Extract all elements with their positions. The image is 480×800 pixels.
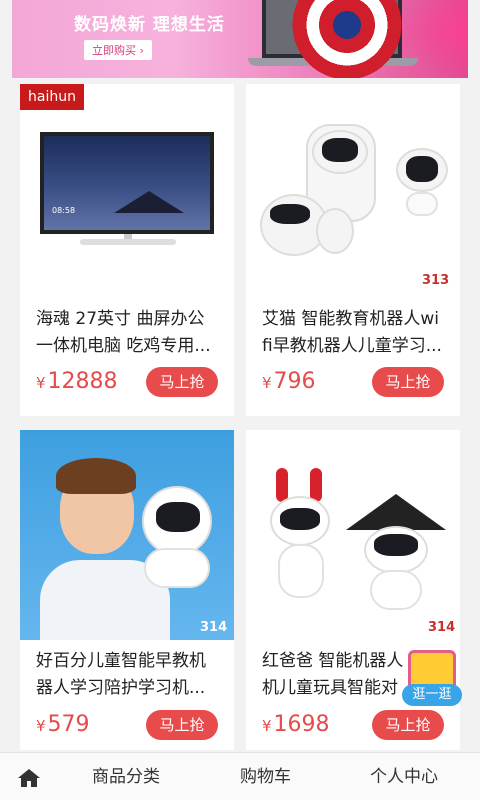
product-image [20, 430, 234, 640]
price-value: 796 [273, 369, 316, 394]
product-image: 08:58 [20, 84, 234, 294]
product-name: 好百分儿童智能早教机 器人学习陪护学习机... [36, 648, 226, 702]
robot-body [278, 544, 324, 598]
robot-speaker [316, 208, 354, 254]
product-name-line2: 器人学习陪护学习机... [36, 678, 206, 698]
robot-body [144, 548, 210, 588]
product-name: 艾猫 智能教育机器人wi fi早教机器人儿童学习... [262, 306, 452, 360]
robot-body [406, 192, 438, 216]
robot-face [280, 508, 320, 530]
banner-buy-now-button[interactable]: 立即购买 › [84, 40, 152, 60]
product-name-line2: fi早教机器人儿童学习... [262, 336, 442, 356]
nav-item-profile[interactable]: 个人中心 [370, 753, 438, 800]
robot-face [322, 138, 358, 162]
currency-symbol: ¥ [36, 717, 46, 735]
robot-face [406, 156, 438, 182]
product-price: ¥12888 [36, 369, 118, 394]
product-badge: 313 [422, 273, 450, 288]
robot-body [370, 570, 422, 610]
product-price: ¥1698 [262, 712, 330, 737]
banner-decoration [392, 0, 468, 78]
nav-item-categories[interactable]: 商品分类 [92, 753, 160, 800]
currency-symbol: ¥ [262, 717, 272, 735]
product-name: 海魂 27英寸 曲屏办公 一体机电脑 吃鸡专用... [36, 306, 226, 360]
robot-face [270, 204, 310, 224]
bunny-ears [310, 468, 322, 502]
product-image [246, 430, 460, 640]
product-image [246, 84, 460, 294]
product-card[interactable]: 08:58 海魂 27英寸 曲屏办公 一体机电脑 吃鸡专用... ¥12888 … [20, 84, 234, 416]
kid-hair [56, 458, 136, 494]
product-name-line2: 一体机电脑 吃鸡专用... [36, 336, 211, 356]
browse-label: 逛一逛 [402, 684, 462, 706]
browse-float-button[interactable]: 逛一逛 [402, 646, 462, 706]
product-card[interactable]: 314 好百分儿童智能早教机 器人学习陪护学习机... ¥579 马上抢 [20, 430, 234, 750]
price-value: 1698 [273, 712, 330, 737]
product-price: ¥796 [262, 369, 316, 394]
product-price: ¥579 [36, 712, 90, 737]
banner-shield-image [292, 0, 402, 78]
product-badge: 314 [200, 620, 228, 635]
buy-now-button[interactable]: 马上抢 [146, 367, 218, 397]
product-name-line1: 好百分儿童智能早教机 [36, 651, 206, 671]
product-name-line1: 海魂 27英寸 曲屏办公 [36, 309, 205, 329]
buy-now-button[interactable]: 马上抢 [146, 710, 218, 740]
home-icon[interactable] [18, 769, 40, 787]
product-badge: 314 [428, 620, 456, 635]
promo-banner[interactable]: 数码焕新 理想生活 立即购买 › [12, 0, 468, 78]
brand-tag: haihun [20, 84, 84, 110]
buy-now-button[interactable]: 马上抢 [372, 710, 444, 740]
bunny-ears [276, 468, 288, 502]
bottom-nav: 商品分类 购物车 个人中心 [0, 752, 480, 800]
product-card[interactable]: 313 艾猫 智能教育机器人wi fi早教机器人儿童学习... ¥796 马上抢 [246, 84, 460, 416]
monitor-stand [80, 239, 176, 245]
screen-clock: 08:58 [52, 206, 76, 215]
robot-face [156, 502, 200, 532]
currency-symbol: ¥ [262, 374, 272, 392]
mountain-wallpaper [114, 191, 184, 213]
nav-item-cart[interactable]: 购物车 [240, 753, 291, 800]
price-value: 579 [47, 712, 90, 737]
conical-hat [346, 494, 446, 530]
currency-symbol: ¥ [36, 374, 46, 392]
product-name-line1: 艾猫 智能教育机器人wi [262, 309, 440, 329]
price-value: 12888 [47, 369, 118, 394]
monitor-screen: 08:58 [40, 132, 214, 234]
buy-now-button[interactable]: 马上抢 [372, 367, 444, 397]
robot-face [374, 534, 418, 556]
banner-title: 数码焕新 理想生活 [74, 15, 225, 35]
